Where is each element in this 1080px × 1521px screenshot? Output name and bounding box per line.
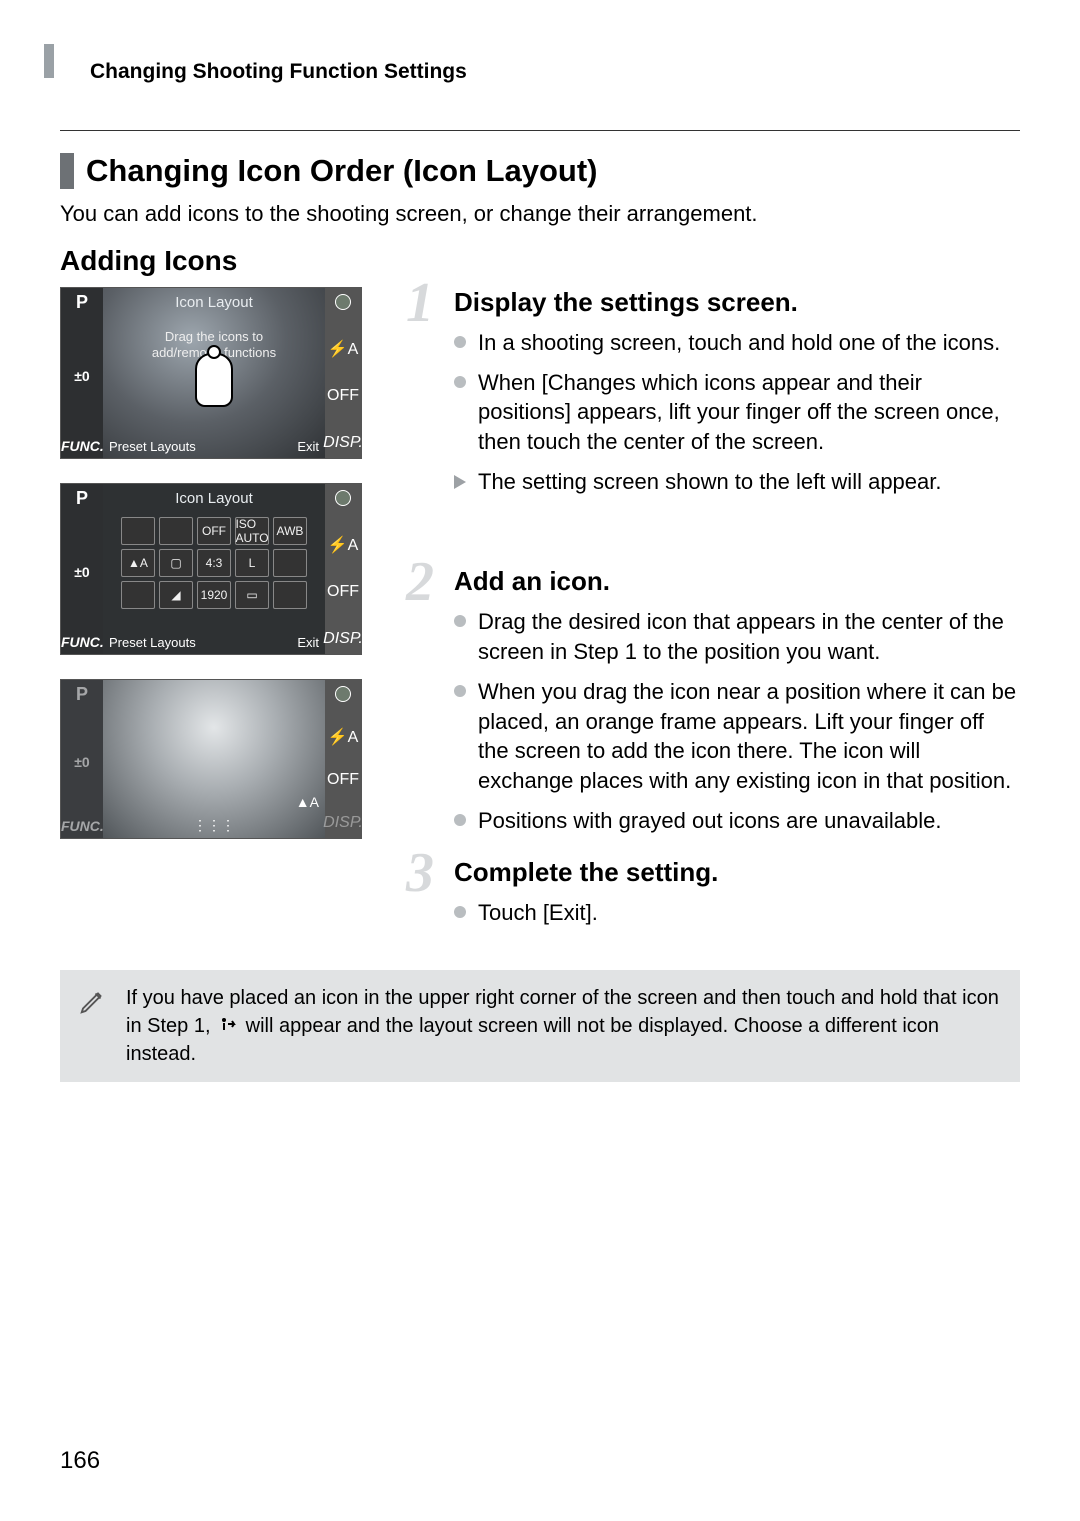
note-text: If you have placed an icon in the upper …: [126, 984, 1002, 1068]
mode-p-badge: P: [61, 684, 103, 705]
off-badge: OFF: [327, 387, 359, 405]
grid-icon: [121, 517, 155, 545]
grid-icon: 4:3: [197, 549, 231, 577]
grid-icon: ◢: [159, 581, 193, 609]
preset-layouts-label: Preset Layouts: [109, 439, 196, 454]
finger-icon: [195, 353, 233, 407]
flash-auto-badge: ⚡A: [328, 727, 359, 747]
camera-screenshot-1: P ±0 FUNC. Icon Layout Drag the icons to…: [60, 287, 362, 459]
step-bullet: When [Changes which icons appear and the…: [454, 368, 1020, 457]
note-box: If you have placed an icon in the upper …: [60, 970, 1020, 1082]
overlay-title: Icon Layout: [103, 294, 325, 311]
func-badge: FUNC.: [61, 818, 103, 834]
divider: [60, 130, 1020, 131]
func-badge: FUNC.: [61, 438, 103, 454]
note-text-after: will appear and the layout screen will n…: [126, 1015, 939, 1065]
rec-dot-icon: [335, 490, 351, 506]
disp-badge: DISP.: [323, 434, 363, 452]
icon-grid: OFF ISO AUTO AWB ▲A ▢ 4:3 L ◢ 1920 ▭: [119, 517, 309, 609]
overlay-drag-text-1: Drag the icons to: [103, 329, 325, 345]
rec-dot-icon: [335, 686, 351, 702]
grid-icon: OFF: [197, 517, 231, 545]
section-title-bar: [60, 153, 74, 189]
grid-icon: ▲A: [121, 549, 155, 577]
exit-label: Exit: [297, 635, 319, 650]
page-number: 166: [60, 1447, 100, 1475]
grid-icon: [159, 517, 193, 545]
func-badge: FUNC.: [61, 634, 103, 650]
grid-icon: AWB: [273, 517, 307, 545]
subsection-title: Adding Icons: [60, 245, 1020, 277]
grid-icon: [273, 549, 307, 577]
grid-icon: ▭: [235, 581, 269, 609]
disp-badge: DISP.: [323, 630, 363, 648]
grid-icon: L: [235, 549, 269, 577]
grid-icon: ▢: [159, 549, 193, 577]
header-accent: [44, 44, 54, 78]
grid-indicator-icon: ⋮⋮⋮: [193, 817, 235, 834]
step-1: 1 Display the settings screen. In a shoo…: [410, 287, 1020, 496]
off-badge: OFF: [327, 771, 359, 789]
ev-badge: ±0: [61, 564, 103, 580]
pencil-note-icon: [78, 986, 112, 1024]
flash-auto-badge: ⚡A: [328, 535, 359, 555]
section-intro: You can add icons to the shooting screen…: [60, 201, 1020, 227]
step-bullet: Positions with grayed out icons are unav…: [454, 806, 1020, 836]
warning-arrow-icon: [220, 1016, 236, 1032]
disp-badge: DISP.: [323, 814, 363, 832]
grid-icon: [121, 581, 155, 609]
flash-auto-badge: ⚡A: [328, 339, 359, 359]
exit-label: Exit: [297, 439, 319, 454]
overlay-title: Icon Layout: [103, 490, 325, 507]
mode-p-badge: P: [61, 488, 103, 509]
step-bullet: Drag the desired icon that appears in th…: [454, 607, 1020, 666]
step-number: 2: [406, 550, 434, 614]
running-header: Changing Shooting Function Settings: [90, 60, 1020, 84]
step-bullet: Touch [Exit].: [454, 898, 1020, 928]
camera-screenshot-2: P ±0 FUNC. Icon Layout OFF ISO AUTO AWB …: [60, 483, 362, 655]
ev-badge: ±0: [61, 754, 103, 770]
step-bullet: When you drag the icon near a position w…: [454, 677, 1020, 796]
rec-dot-icon: [335, 294, 351, 310]
section-title: Changing Icon Order (Icon Layout): [60, 153, 1020, 189]
step-title: Complete the setting.: [454, 857, 1020, 888]
step-2: 2 Add an icon. Drag the desired icon tha…: [410, 566, 1020, 835]
off-badge: OFF: [327, 583, 359, 601]
step-title: Add an icon.: [454, 566, 1020, 597]
grid-icon: 1920: [197, 581, 231, 609]
step-bullet: The setting screen shown to the left wil…: [454, 467, 1020, 497]
mode-p-badge: P: [61, 292, 103, 313]
grid-icon: [273, 581, 307, 609]
ev-badge: ±0: [61, 368, 103, 384]
step-bullet: In a shooting screen, touch and hold one…: [454, 328, 1020, 358]
step-title: Display the settings screen.: [454, 287, 1020, 318]
preset-layouts-label: Preset Layouts: [109, 635, 196, 650]
step-3: 3 Complete the setting. Touch [Exit].: [410, 857, 1020, 928]
dragging-icon: ▲A: [296, 794, 319, 810]
step-number: 3: [406, 841, 434, 905]
step-number: 1: [406, 271, 434, 335]
section-title-text: Changing Icon Order (Icon Layout): [86, 153, 598, 189]
grid-icon: ISO AUTO: [235, 517, 269, 545]
camera-screenshot-3: P ±0 FUNC. ▲A ⋮⋮⋮ ⚡A OFF DISP.: [60, 679, 362, 839]
